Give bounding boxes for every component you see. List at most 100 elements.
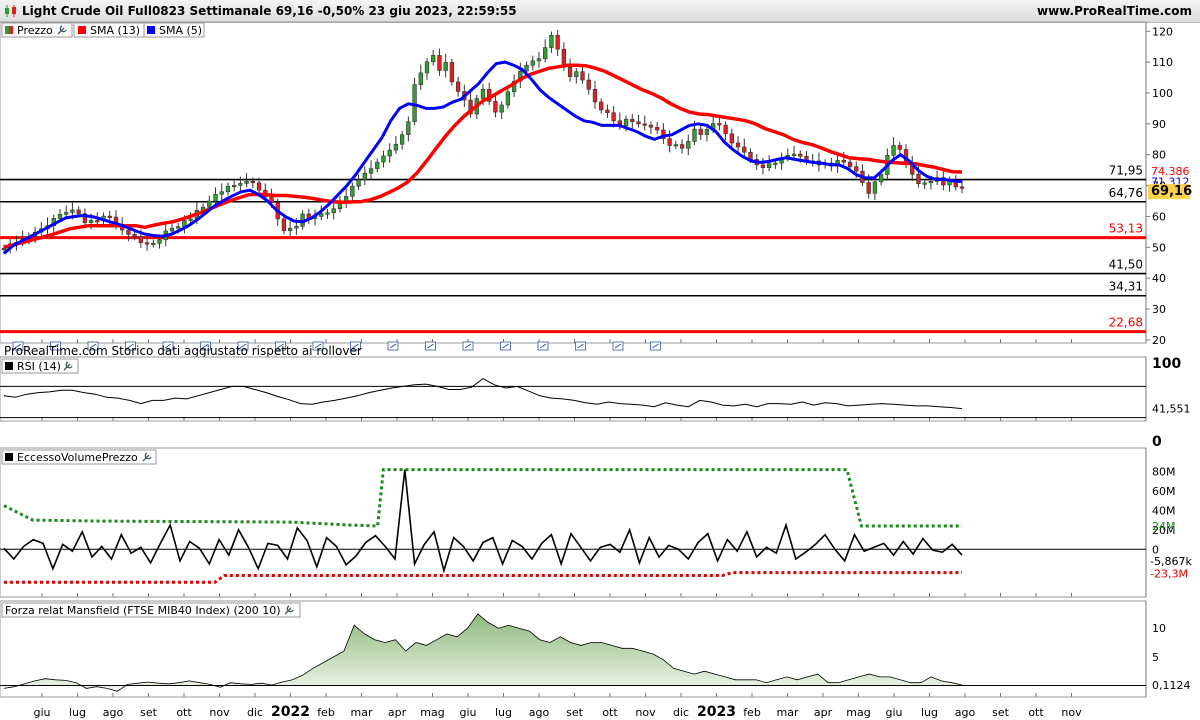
candle-body: [586, 79, 591, 90]
y-tick-label: 60M: [1152, 485, 1176, 498]
x-tick-label: lug: [921, 706, 938, 719]
x-tick-label: lug: [69, 706, 86, 719]
candle-body: [375, 161, 380, 169]
candle-body: [319, 213, 324, 217]
sma5-swatch: [147, 26, 155, 34]
candle-body: [331, 208, 336, 214]
candle-body: [294, 226, 299, 229]
candle-body: [151, 243, 156, 246]
candle-body: [580, 71, 585, 81]
candle-body: [431, 55, 436, 63]
y-tick-label: 20: [1152, 334, 1166, 347]
rsi-value-tag: 41,551: [1152, 403, 1191, 416]
y-tick-label: 5: [1152, 651, 1159, 664]
candle-body: [356, 179, 361, 187]
x-tick-label: apr: [814, 706, 833, 719]
candle-body: [350, 185, 355, 197]
candle-body: [157, 239, 162, 244]
candle-body: [791, 153, 797, 156]
candle-body: [449, 62, 455, 83]
x-tick-label: ott: [176, 706, 192, 719]
candle-body: [362, 172, 367, 181]
x-tick-label: set: [992, 706, 1009, 719]
candle-body: [132, 234, 137, 237]
x-tick-label: nov: [1061, 706, 1082, 719]
eccesso-tag: -5,867k: [1150, 555, 1192, 568]
candle-body: [667, 138, 672, 146]
candle-body: [64, 212, 69, 215]
x-tick-label: set: [566, 706, 583, 719]
footnote: ProRealTime.com Storico dati aggiustato …: [4, 344, 362, 358]
eccesso-swatch: [5, 453, 13, 461]
candle-body: [76, 209, 81, 214]
x-tick-label: ott: [602, 706, 618, 719]
candle-body: [717, 123, 722, 126]
candle-body: [325, 212, 330, 215]
candle-body: [437, 55, 442, 71]
candle-body: [897, 145, 902, 150]
x-tick-label: nov: [635, 706, 656, 719]
x-tick-label: feb: [317, 706, 335, 719]
y-tick-label: 40M: [1152, 504, 1176, 517]
candle-body: [455, 81, 461, 92]
eccesso-lower-band: [4, 571, 962, 584]
candle-body: [250, 180, 255, 184]
candle-body: [798, 153, 803, 157]
x-tick-label: ago: [529, 706, 550, 719]
candle-body: [207, 200, 212, 208]
rsi-swatch: [5, 362, 13, 370]
y-tick-label: 60: [1152, 210, 1166, 223]
x-tick-label: giu: [459, 706, 476, 719]
mansfield-tag: 0,1124: [1152, 679, 1191, 692]
y-tick-label: 110: [1152, 56, 1173, 69]
candle-body: [256, 182, 262, 191]
candle-body: [70, 209, 75, 213]
candle-body: [847, 161, 853, 168]
y-tick-label: 80: [1152, 149, 1166, 162]
candle-body: [381, 155, 386, 163]
level-label: 41,50: [1109, 258, 1143, 272]
candle-body: [536, 58, 542, 62]
candle-body: [399, 134, 405, 145]
x-tick-label: giu: [33, 706, 50, 719]
y-tick-label: 80M: [1152, 466, 1176, 479]
candle-body: [636, 121, 641, 125]
candle-body: [524, 64, 529, 72]
candle-body: [773, 162, 778, 165]
legend-label: SMA (13): [90, 24, 140, 37]
x-tick-label: ott: [1028, 706, 1044, 719]
candle-body: [742, 146, 747, 153]
chart-canvas[interactable]: 71,9564,7653,1341,5034,3122,681201101009…: [0, 0, 1200, 720]
candle-body: [648, 124, 654, 128]
candle-body: [530, 60, 535, 66]
legend-label: Prezzo: [17, 24, 53, 37]
level-label: 64,76: [1109, 186, 1143, 200]
candle-body: [928, 180, 934, 184]
candle-body: [188, 218, 193, 221]
candle-body: [95, 220, 100, 223]
candle-body: [57, 213, 63, 219]
candle-body: [238, 183, 243, 186]
eccesso-upper-band: [3, 468, 962, 528]
level-label: 71,95: [1109, 164, 1143, 178]
candle-body: [424, 61, 430, 74]
x-tick-label: ago: [955, 706, 976, 719]
candle-body: [922, 182, 927, 185]
mansfield-area: [4, 613, 962, 692]
level-label: 22,68: [1109, 316, 1143, 330]
candle-body: [698, 128, 703, 135]
candle-body: [219, 191, 224, 195]
candle-body: [878, 174, 884, 183]
candle-body: [555, 34, 560, 50]
candle-body: [493, 101, 498, 113]
candle-body: [574, 71, 579, 77]
candle-body: [505, 91, 511, 106]
candle-body: [841, 159, 846, 163]
candle-body: [872, 181, 878, 194]
y-tick-label: 100: [1152, 356, 1181, 372]
candle-body: [213, 193, 218, 202]
value-tag: 69,16: [1151, 184, 1192, 199]
candle-body: [592, 88, 598, 103]
candle-body: [891, 145, 896, 156]
x-tick-label: 2022: [271, 704, 310, 720]
